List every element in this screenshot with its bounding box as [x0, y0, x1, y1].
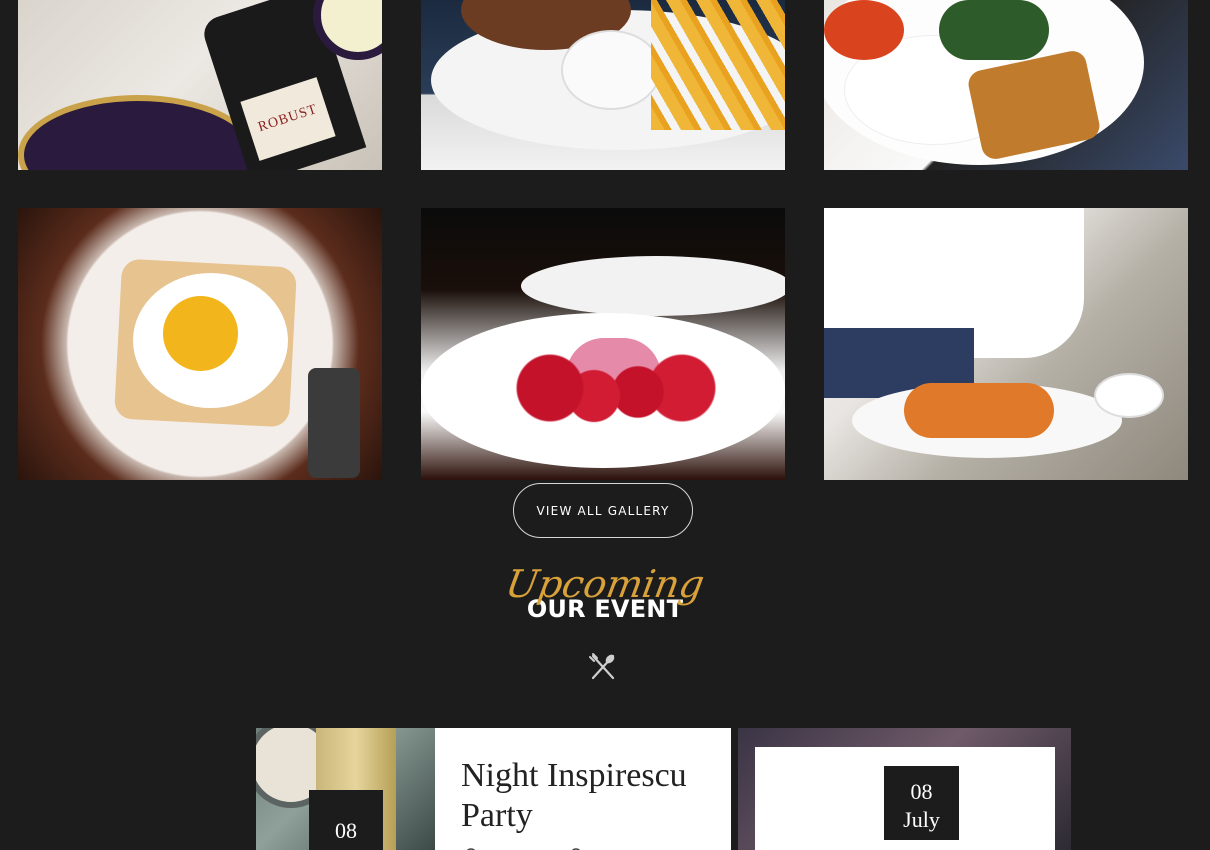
- dish-shape: [904, 383, 1054, 438]
- gallery-image-wine[interactable]: ROBUST: [18, 0, 382, 170]
- event-date-badge: 08 July: [884, 766, 959, 840]
- event-date-month: July: [903, 807, 940, 832]
- greens-shape: [939, 0, 1049, 60]
- gallery-image-burger[interactable]: [421, 0, 785, 170]
- wine-label-text: ROBUST: [256, 101, 320, 136]
- gallery-row-2: [0, 208, 1210, 480]
- event-date-day: 08: [335, 818, 357, 843]
- event-image: 08: [256, 728, 435, 850]
- gallery-image-breakfast[interactable]: [824, 0, 1188, 170]
- gallery-image-raspberry-dessert[interactable]: [421, 208, 785, 480]
- event-panel: 08 July: [755, 747, 1055, 850]
- event-title[interactable]: Night Inspirescu Party: [461, 756, 721, 836]
- fries-shape: [651, 0, 785, 130]
- raspberries: [506, 348, 726, 428]
- event-meta-icons: [466, 848, 581, 850]
- tomato-shape: [824, 0, 904, 60]
- event-date-badge: 08: [309, 790, 383, 850]
- back-plate: [521, 256, 785, 316]
- section-script-title: Upcoming: [502, 562, 708, 606]
- cutlery-icon: [589, 653, 615, 680]
- event-card[interactable]: 08 Night Inspirescu Party: [256, 728, 731, 850]
- sauce-cup: [1094, 373, 1164, 418]
- event-card[interactable]: 08 July: [738, 728, 1071, 850]
- gallery-image-egg-toast[interactable]: [18, 208, 382, 480]
- event-date-day: 08: [910, 779, 933, 804]
- egg-yolk: [163, 296, 238, 371]
- fork-shape: [308, 368, 360, 478]
- gallery-row-1: ROBUST: [0, 0, 1210, 170]
- plate-shape: [18, 95, 258, 170]
- events-section-header: Upcoming OUR EVENT: [0, 562, 1210, 621]
- sauce-cup: [561, 30, 661, 110]
- gallery-image-chef-plating[interactable]: [824, 208, 1188, 480]
- view-all-gallery-button[interactable]: VIEW ALL GALLERY: [513, 483, 693, 538]
